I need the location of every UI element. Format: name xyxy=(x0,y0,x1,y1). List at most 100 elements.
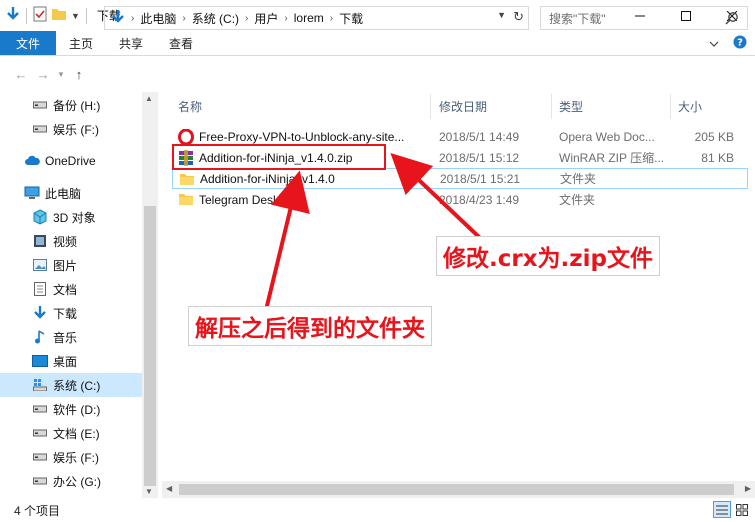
breadcrumb-system-drive[interactable]: 系统 (C:) xyxy=(192,10,239,27)
search-icon[interactable] xyxy=(725,11,739,28)
nav-item-software-d[interactable]: 软件 (D:) xyxy=(0,397,142,421)
nav-item-label: 娱乐 (F:) xyxy=(53,122,99,137)
file-name: Telegram Desktop xyxy=(199,192,296,207)
large-icons-view-icon[interactable] xyxy=(733,501,751,518)
file-type: WinRAR ZIP 压缩... xyxy=(559,151,665,165)
download-icon xyxy=(32,305,48,321)
column-divider[interactable] xyxy=(551,94,552,119)
new-folder-icon[interactable] xyxy=(51,6,67,25)
file-type: 文件夹 xyxy=(560,172,597,186)
file-size: 205 KB xyxy=(694,129,734,144)
breadcrumb-downloads[interactable]: 下载 xyxy=(339,10,363,27)
cube-icon xyxy=(32,209,48,225)
file-name: Free-Proxy-VPN-to-Unblock-any-site... xyxy=(199,129,405,144)
desktop-icon xyxy=(32,353,48,369)
address-dropdown-icon[interactable]: ▼ xyxy=(497,10,506,20)
file-type: 文件夹 xyxy=(559,193,596,207)
nav-item-entertainment-f[interactable]: 娱乐 (F:) xyxy=(0,117,142,141)
file-row[interactable]: Telegram Desktop 2018/4/23 1:49 文件夹 xyxy=(172,189,748,210)
column-header-name[interactable]: 名称 xyxy=(178,94,202,119)
nav-item-backup-h[interactable]: 备份 (H:) xyxy=(0,93,142,117)
picture-icon xyxy=(32,257,48,273)
file-date: 2018/5/1 15:21 xyxy=(440,171,521,186)
nav-item-videos[interactable]: 视频 xyxy=(0,229,142,253)
nav-item-pictures[interactable]: 图片 xyxy=(0,253,142,277)
drive-icon xyxy=(32,401,48,417)
nav-item-label: 图片 xyxy=(53,258,78,273)
column-header-date[interactable]: 修改日期 xyxy=(439,94,487,119)
recent-locations-icon[interactable]: ▼ xyxy=(54,62,68,86)
nav-item-entertainment-f2[interactable]: 娱乐 (F:) xyxy=(0,445,142,469)
nav-scrollbar-thumb[interactable] xyxy=(144,206,156,486)
file-date: 2018/5/1 15:12 xyxy=(439,150,520,165)
scroll-up-icon[interactable]: ▲ xyxy=(145,94,153,103)
file-size: 81 KB xyxy=(701,150,734,165)
file-date: 2018/5/1 14:49 xyxy=(439,129,520,144)
file-date: 2018/4/23 1:49 xyxy=(439,192,520,207)
scroll-right-icon[interactable]: ▶ xyxy=(745,484,751,493)
scroll-down-icon[interactable]: ▼ xyxy=(145,487,153,496)
nav-item-office-g[interactable]: 办公 (G:) xyxy=(0,469,142,493)
download-arrow-icon[interactable] xyxy=(6,6,20,25)
nav-item-onedrive[interactable]: OneDrive xyxy=(0,149,142,173)
nav-item-label: 系统 (C:) xyxy=(53,378,101,393)
tab-share[interactable]: 共享 xyxy=(106,31,156,55)
tab-view[interactable]: 查看 xyxy=(156,31,206,55)
breadcrumb-separator: › xyxy=(329,12,334,24)
item-count: 4 个项目 xyxy=(14,503,61,518)
column-divider[interactable] xyxy=(430,94,431,119)
nav-item-system-c[interactable]: 系统 (C:) xyxy=(0,373,142,397)
help-icon[interactable]: ? xyxy=(733,35,747,52)
navigation-pane: 备份 (H:) 娱乐 (F:) OneDrive 此电脑 3D 对象 视频 图片… xyxy=(0,92,158,498)
tab-file[interactable]: 文件 xyxy=(0,31,57,55)
download-folder-icon xyxy=(111,9,125,28)
nav-item-documents-e[interactable]: 文档 (E:) xyxy=(0,421,142,445)
nav-item-label: 音乐 xyxy=(53,330,78,345)
customize-toolbar-icon[interactable]: ▼ xyxy=(71,11,80,21)
column-header-type[interactable]: 类型 xyxy=(559,94,583,119)
nav-item-label: 此电脑 xyxy=(45,186,82,201)
drive-icon xyxy=(32,97,48,113)
column-header-size[interactable]: 大小 xyxy=(678,94,702,119)
nav-item-label: 文档 xyxy=(53,282,78,297)
address-bar[interactable]: › 此电脑 › 系统 (C:) › 用户 › lorem › 下载 ▼ ↻ xyxy=(104,6,529,30)
expand-ribbon-icon[interactable] xyxy=(709,37,719,51)
nav-scrollbar[interactable]: ▲ ▼ xyxy=(142,92,158,498)
back-arrow-icon[interactable]: ← xyxy=(10,62,32,86)
scroll-left-icon[interactable]: ◀ xyxy=(166,484,172,493)
drive-icon xyxy=(32,121,48,137)
tab-home[interactable]: 主页 xyxy=(56,31,106,55)
drive-icon xyxy=(32,473,48,489)
breadcrumb-separator: › xyxy=(245,12,249,24)
file-row[interactable]: Addition-for-iNinja_v1.4.0 2018/5/1 15:2… xyxy=(172,168,748,189)
forward-arrow-icon[interactable]: → xyxy=(32,62,54,86)
toolbar-divider xyxy=(26,7,27,24)
details-view-icon[interactable] xyxy=(713,501,731,518)
rename-annotation: 修改.crx为.zip文件 xyxy=(436,236,661,276)
breadcrumb-this-pc[interactable]: 此电脑 xyxy=(140,10,176,27)
file-list-scrollbar-thumb[interactable] xyxy=(179,484,734,495)
breadcrumb-users[interactable]: 用户 xyxy=(254,10,278,27)
properties-icon[interactable] xyxy=(33,6,47,25)
column-divider[interactable] xyxy=(670,94,671,119)
breadcrumb-separator: › xyxy=(182,12,186,24)
nav-item-this-pc[interactable]: 此电脑 xyxy=(0,181,142,205)
search-placeholder: 搜索"下载" xyxy=(549,11,606,26)
breadcrumb-user[interactable]: lorem xyxy=(294,11,324,25)
nav-item-label: 备份 (H:) xyxy=(53,98,101,113)
nav-item-downloads[interactable]: 下载 xyxy=(0,301,142,325)
cloud-icon xyxy=(24,153,40,169)
nav-item-label: 文档 (E:) xyxy=(53,426,100,441)
file-list-scrollbar[interactable]: ◀ ▶ xyxy=(162,481,755,498)
search-input[interactable]: 搜索"下载" xyxy=(540,6,748,30)
drive-icon xyxy=(32,449,48,465)
refresh-icon[interactable]: ↻ xyxy=(513,9,524,25)
nav-item-music[interactable]: 音乐 xyxy=(0,325,142,349)
quick-access-toolbar: ▼ xyxy=(0,0,89,31)
up-arrow-icon[interactable]: ↑ xyxy=(68,62,90,86)
nav-item-3d-objects[interactable]: 3D 对象 xyxy=(0,205,142,229)
highlight-box xyxy=(172,144,386,170)
music-icon xyxy=(32,329,48,345)
nav-item-desktop[interactable]: 桌面 xyxy=(0,349,142,373)
nav-item-documents[interactable]: 文档 xyxy=(0,277,142,301)
